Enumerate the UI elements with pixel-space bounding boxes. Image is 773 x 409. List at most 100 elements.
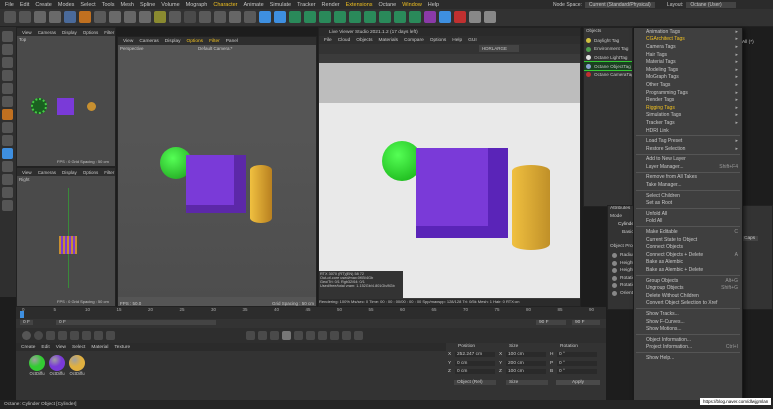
first-frame-icon[interactable]: [246, 331, 255, 340]
left-tool-icon-11[interactable]: [2, 174, 13, 185]
menu-tracker[interactable]: Tracker: [294, 2, 318, 8]
objects-subitem[interactable]: Octane CameraTag: [584, 70, 632, 79]
octane-light-icon[interactable]: [379, 11, 391, 23]
menu-animate[interactable]: Animate: [241, 2, 267, 8]
objects-subitem[interactable]: Octane LightTag: [584, 53, 632, 62]
dropdown-item[interactable]: Object Information...: [634, 336, 742, 344]
coords-value-field[interactable]: 252.247 cm: [455, 352, 495, 357]
dropdown-item[interactable]: MoGraph Tags ▸: [634, 74, 742, 82]
dropdown-item[interactable]: Fold All: [634, 218, 742, 226]
left-tool-icon-5[interactable]: [2, 96, 13, 107]
menu-extensions[interactable]: Extensions: [343, 2, 376, 8]
timeline-playhead[interactable]: [20, 311, 24, 318]
subdivide-icon[interactable]: [244, 11, 256, 23]
select-icon[interactable]: [34, 11, 46, 23]
left-tool-icon-3[interactable]: [2, 70, 13, 81]
lv-compare[interactable]: Compare: [401, 38, 427, 43]
menu-mograph[interactable]: Mograph: [183, 2, 211, 8]
dropdown-item[interactable]: Layer Manager... Shift+F4: [634, 163, 742, 171]
rotate-icon[interactable]: [79, 11, 91, 23]
dropdown-item[interactable]: Camera Tags ▸: [634, 43, 742, 51]
dropdown-item[interactable]: Add to New Layer: [634, 156, 742, 164]
material-swatch[interactable]: OctDiffu: [28, 355, 46, 376]
hdr-preset-select[interactable]: HDRLARGE: [479, 45, 519, 52]
menu-volume[interactable]: Volume: [158, 2, 182, 8]
vpp-cameras[interactable]: Cameras: [136, 39, 161, 44]
axis-y-icon[interactable]: [124, 11, 136, 23]
menu-octane[interactable]: Octane: [376, 2, 400, 8]
key-scale-icon[interactable]: [82, 331, 91, 340]
dropdown-item[interactable]: Hair Tags ▸: [634, 51, 742, 59]
key-pla-icon[interactable]: [106, 331, 115, 340]
coords-value-field[interactable]: 200 cm: [506, 360, 546, 366]
key-rot-icon[interactable]: [70, 331, 79, 340]
vptop-view[interactable]: View: [19, 30, 35, 35]
vptop-display[interactable]: Display: [59, 30, 80, 35]
dropdown-item[interactable]: Set as Root: [634, 199, 742, 207]
prev-frame-icon[interactable]: [270, 331, 279, 340]
octane-render-icon[interactable]: [454, 11, 466, 23]
menu-edit[interactable]: Edit: [17, 2, 32, 8]
mat-create[interactable]: Create: [18, 345, 38, 350]
coords-value-field[interactable]: 0 °: [557, 360, 597, 366]
menu-file[interactable]: File: [2, 2, 17, 8]
redo-icon[interactable]: [19, 11, 31, 23]
octane-live-icon[interactable]: [334, 11, 346, 23]
prev-key-icon[interactable]: [258, 331, 267, 340]
cube-object[interactable]: [186, 155, 246, 213]
vptop-cameras[interactable]: Cameras: [35, 30, 59, 35]
left-tool-icon-1[interactable]: [2, 44, 13, 55]
dropdown-item[interactable]: Load Tag Preset ▸: [634, 137, 742, 145]
dropdown-item[interactable]: Simulation Tags ▸: [634, 112, 742, 120]
material-swatch[interactable]: OctDiffu: [48, 355, 66, 376]
left-tool-icon-4[interactable]: [2, 83, 13, 94]
coords-size-select[interactable]: Size: [506, 379, 548, 385]
dropdown-item[interactable]: Delete Without Children: [634, 292, 742, 300]
cylinder-top-view[interactable]: [87, 102, 96, 111]
coords-value-field[interactable]: 0 °: [557, 369, 597, 374]
layout-select[interactable]: Octane (User): [686, 1, 737, 8]
axis-x-icon[interactable]: [109, 11, 121, 23]
end-frame[interactable]: 90 F: [536, 320, 566, 325]
dropdown-item[interactable]: Show F-Curves...: [634, 318, 742, 326]
vpp-panel[interactable]: Panel: [223, 39, 241, 44]
autokey-icon[interactable]: [34, 331, 43, 340]
dropdown-item[interactable]: Show Motions...: [634, 325, 742, 333]
left-tool-icon-13[interactable]: [2, 200, 13, 211]
keyframe-icon[interactable]: [46, 331, 55, 340]
dropdown-item[interactable]: Remove from All Takes: [634, 174, 742, 182]
dropdown-item[interactable]: Modeling Tags ▸: [634, 66, 742, 74]
settings-icon[interactable]: [342, 331, 351, 340]
render-settings-icon[interactable]: [199, 11, 211, 23]
dropdown-item[interactable]: Bake as Alembic + Delete: [634, 266, 742, 274]
dropdown-item[interactable]: Group Objects Alt+G: [634, 277, 742, 285]
vpp-filter[interactable]: Filter: [206, 39, 223, 44]
render-icon[interactable]: [184, 11, 196, 23]
vpright-options[interactable]: Options: [80, 170, 102, 175]
timeline-ruler[interactable]: 0 5 10 15 20 25 30 35 40 45 50 55 60 65 70 75 80 85 90: [16, 307, 606, 319]
mat-material[interactable]: Material: [88, 345, 111, 350]
menu-tools[interactable]: Tools: [99, 2, 118, 8]
bend-icon[interactable]: [274, 11, 286, 23]
lv-file[interactable]: File: [321, 38, 335, 43]
extra-icon-2[interactable]: [484, 11, 496, 23]
move-icon[interactable]: [49, 11, 61, 23]
pen-icon[interactable]: [229, 11, 241, 23]
vpp-view[interactable]: View: [120, 39, 136, 44]
dropdown-item[interactable]: Project Information... Ctrl+I: [634, 344, 742, 352]
undo-icon[interactable]: [4, 11, 16, 23]
attributes-caps-tab[interactable]: Caps: [741, 236, 759, 241]
vpright-filter[interactable]: Filter: [101, 170, 115, 175]
extra-icon-1[interactable]: [469, 11, 481, 23]
menu-help[interactable]: Help: [425, 2, 442, 8]
menu-mesh[interactable]: Mesh: [118, 2, 137, 8]
dropdown-item[interactable]: Make Editable C: [634, 228, 742, 236]
octane-camera-icon[interactable]: [394, 11, 406, 23]
menu-spline[interactable]: Spline: [137, 2, 158, 8]
dropdown-item[interactable]: Restore Selection ▸: [634, 145, 742, 153]
vpp-display[interactable]: Display: [162, 39, 184, 44]
cylinder-object[interactable]: [250, 165, 272, 223]
current-frame[interactable]: 0 F: [56, 320, 216, 325]
loop-icon[interactable]: [330, 331, 339, 340]
dropdown-item[interactable]: CGArchitect Tags ▸: [634, 36, 742, 44]
